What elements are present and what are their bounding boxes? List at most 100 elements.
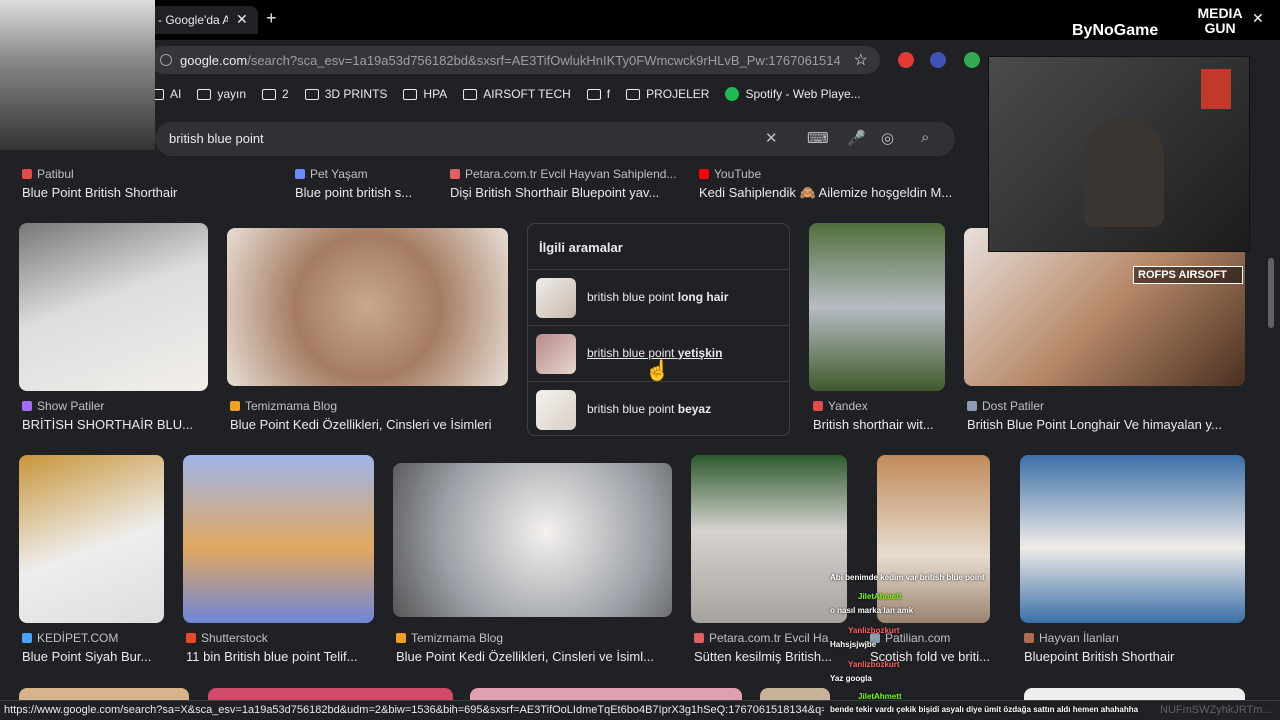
folder-icon (403, 88, 418, 100)
result-title[interactable]: Blue Point British Shorthair (22, 185, 272, 200)
bookmark-folder[interactable]: AIRSOFT TECH (463, 87, 571, 101)
result-image[interactable] (809, 223, 945, 391)
chat-message: o nasıl marka lan amk (830, 606, 914, 615)
result-title[interactable]: Blue Point Siyah Bur... (22, 649, 172, 664)
site-favicon-icon (967, 401, 977, 411)
folder-icon (626, 88, 641, 100)
result-source[interactable]: Dost Patiler (967, 399, 1044, 413)
bookmark-folder[interactable]: 2 (262, 87, 289, 101)
bynogame-logo: ByNoGame (1072, 22, 1159, 39)
result-source[interactable]: Shutterstock (186, 631, 268, 645)
result-title[interactable]: Blue Point Kedi Özellikleri, Cinsleri ve… (230, 417, 515, 432)
result-title[interactable]: Kedi Sahiplendik 🙈 Ailemize hoşgeldin M.… (699, 185, 969, 201)
result-source[interactable]: Petara.com.tr Evcil Hayvan Sahiplend... (450, 167, 680, 181)
result-image[interactable] (227, 228, 508, 386)
result-title[interactable]: Bluepoint British Shorthair (1024, 649, 1244, 664)
status-url-tail: NUFmSWZyhkJRTm... (1160, 704, 1272, 716)
folder-icon (463, 88, 478, 100)
chat-username: Yanlizbozkurt (848, 626, 900, 635)
related-search-item[interactable]: british blue point beyaz (528, 381, 789, 437)
folder-icon (197, 88, 212, 100)
webcam-overlay (988, 56, 1250, 252)
related-thumb (536, 390, 576, 430)
new-tab-button[interactable]: + (266, 8, 277, 29)
bookmark-star-icon[interactable]: ☆ (854, 50, 868, 70)
result-title[interactable]: British shorthair wit... (813, 417, 953, 432)
mic-icon[interactable]: 🎤 (847, 129, 866, 147)
active-tab[interactable]: - Google'da A ✕ (150, 6, 258, 34)
related-thumb (536, 278, 576, 318)
result-image[interactable] (393, 463, 672, 617)
site-favicon-icon (694, 633, 704, 643)
clear-icon[interactable]: ✕ (765, 129, 778, 147)
result-source[interactable]: Patibul (22, 167, 74, 181)
lens-icon[interactable]: ◎ (881, 129, 894, 147)
folder-icon (262, 88, 277, 100)
bookmark-folder[interactable]: HPA (403, 87, 447, 101)
bookmark-folder[interactable]: yayın (197, 87, 246, 101)
result-title[interactable]: BRİTİSH SHORTHAİR BLU... (22, 417, 212, 432)
site-favicon-icon (22, 401, 32, 411)
related-search-label: british blue point long hair (587, 290, 729, 304)
result-title[interactable]: British Blue Point Longhair Ve himayalan… (967, 417, 1247, 432)
site-favicon-icon (396, 633, 406, 643)
related-searches-panel: İlgili aramalar british blue point long … (527, 223, 790, 436)
keyboard-icon[interactable]: ⌨ (807, 129, 829, 147)
result-title[interactable]: 11 bin British blue point Telif... (186, 649, 381, 664)
site-favicon-icon (813, 401, 823, 411)
extension-icon[interactable] (898, 52, 914, 68)
rofps-airsoft-logo: ROFPS AIRSOFT (1133, 266, 1243, 284)
site-favicon-icon (230, 401, 240, 411)
site-favicon-icon (186, 633, 196, 643)
related-searches-title: İlgili aramalar (539, 240, 623, 255)
close-tab-icon[interactable]: ✕ (236, 11, 248, 28)
result-image[interactable] (691, 455, 847, 623)
bookmark-folder[interactable]: f (586, 87, 610, 101)
spotify-icon (725, 87, 740, 101)
result-source[interactable]: KEDİPET.COM (22, 631, 118, 645)
result-source[interactable]: Show Patiler (22, 399, 104, 413)
result-source[interactable]: Petara.com.tr Evcil Ha (694, 631, 844, 645)
related-thumb (536, 334, 576, 374)
bookmark-folder[interactable]: PROJELER (626, 87, 709, 101)
related-search-item[interactable]: british blue point long hair (528, 269, 789, 325)
site-favicon-icon (22, 633, 32, 643)
address-bar[interactable]: google.com/search?sca_esv=1a19a53d756182… (150, 46, 880, 74)
url-text: google.com/search?sca_esv=1a19a53d756182… (180, 53, 840, 68)
result-source[interactable]: Temizmama Blog (396, 631, 503, 645)
result-title[interactable]: Blue Point Kedi Özellikleri, Cinsleri ve… (396, 649, 681, 664)
result-title[interactable]: Dişi British Shorthair Bluepoint yav... (450, 185, 680, 200)
window-close-icon[interactable]: ✕ (1252, 10, 1264, 27)
chat-username: JiletAhmett (858, 592, 902, 601)
bookmark-spotify[interactable]: Spotify - Web Playe... (725, 87, 861, 101)
chat-message: bende tekir vardı çekik bişidi asyalı di… (830, 705, 1139, 714)
screen: { "browser": { "tab_title": "- Google'da… (0, 0, 1280, 720)
scrollbar[interactable] (1268, 258, 1274, 328)
site-info-icon[interactable] (160, 54, 172, 66)
result-source[interactable]: Temizmama Blog (230, 399, 337, 413)
chat-message: Hahsjsjwjbe (830, 640, 877, 649)
chat-username: JiletAhmett (858, 692, 902, 701)
youtube-icon (699, 169, 709, 179)
result-image[interactable] (1020, 455, 1245, 623)
result-title[interactable]: Sütten kesilmiş British... (694, 649, 854, 664)
search-icon[interactable]: ⌕ (921, 129, 929, 146)
chat-username: Yanlizbozkurt (848, 660, 900, 669)
folder-icon (586, 88, 601, 100)
result-source[interactable]: Pet Yaşam (295, 167, 368, 181)
tab-bar: - Google'da A ✕ + ByNoGame MEDIA GUN ✕ (0, 0, 1280, 40)
result-image[interactable] (19, 223, 208, 391)
result-image[interactable] (19, 455, 164, 623)
grammarly-icon[interactable] (964, 52, 980, 68)
result-image[interactable] (183, 455, 374, 623)
result-source[interactable]: Yandex (813, 399, 868, 413)
result-source[interactable]: Hayvan İlanları (1024, 631, 1119, 645)
result-source[interactable]: YouTube (699, 167, 761, 181)
mouse-cursor-icon: ☝ (645, 360, 670, 382)
result-title[interactable]: Blue point british s... (295, 185, 435, 200)
bookmark-folder[interactable]: 3D PRINTS (304, 87, 387, 101)
shield-extension-icon[interactable] (930, 52, 946, 68)
status-url: https://www.google.com/search?sa=X&sca_e… (4, 704, 824, 716)
search-input[interactable]: british blue point ✕ ⌨ 🎤 ◎ ⌕ (155, 122, 955, 156)
search-query: british blue point (169, 131, 264, 146)
